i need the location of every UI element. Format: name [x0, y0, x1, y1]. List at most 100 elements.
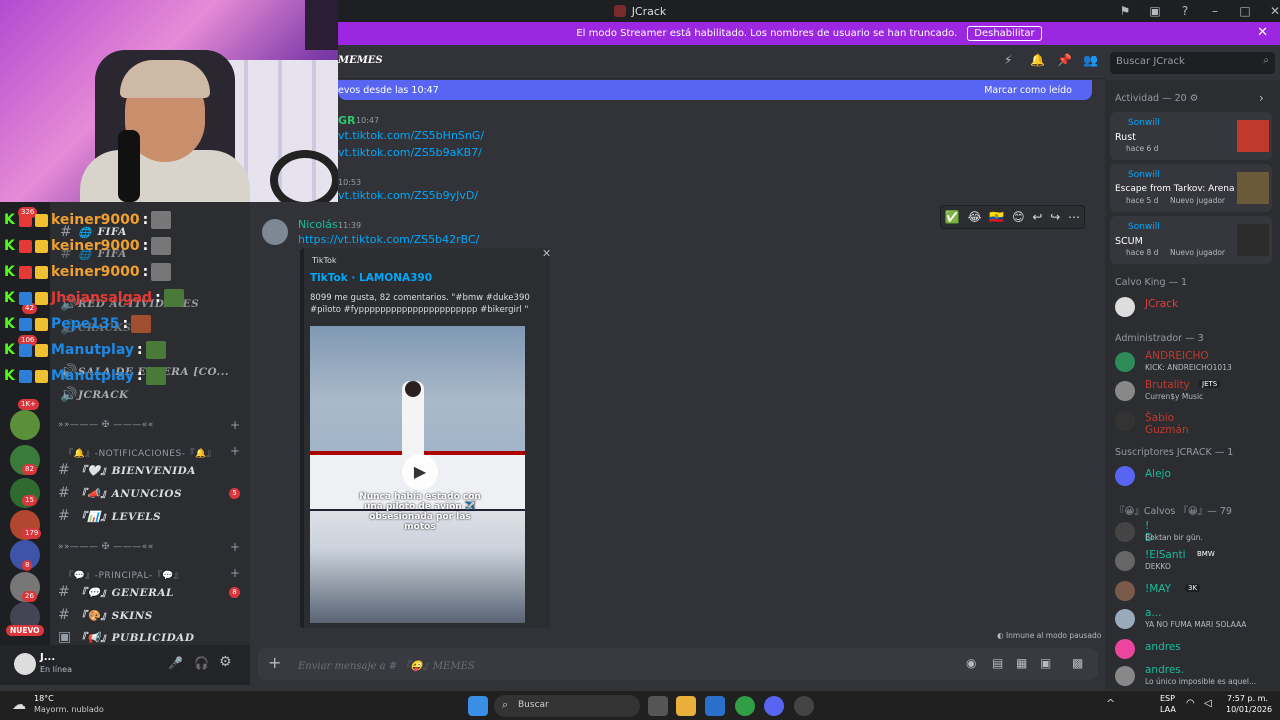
add-attachment-icon[interactable]: + — [268, 653, 281, 672]
avatar[interactable] — [14, 653, 36, 675]
message-link[interactable]: vt.tiktok.com/ZS5b9yJvD/ — [338, 189, 478, 202]
channel-item[interactable]: 🔊 JCRACK — [60, 385, 129, 405]
streamer-cap — [120, 60, 210, 98]
channel-bienvenida[interactable]: # 『🤍』BIENVENIDA — [58, 460, 196, 480]
message-input[interactable]: + Enviar mensaje a # 『😜』MEMES ◉ ▤ ▦ ▣ ▩ — [258, 648, 1098, 680]
flag-icon[interactable]: ⚑ — [1110, 4, 1140, 18]
chrome-icon[interactable] — [735, 696, 755, 716]
add-channel-icon[interactable]: + — [230, 566, 240, 580]
server-badge: 26 — [22, 591, 37, 602]
taskbar-search[interactable]: ⌕ Buscar — [494, 695, 640, 717]
message-time: 11:39 — [338, 221, 362, 230]
reply-icon[interactable]: ↩ — [1032, 210, 1042, 224]
weather-desc[interactable]: Mayorm. nublado — [34, 705, 104, 714]
start-icon[interactable] — [468, 696, 488, 716]
message-author[interactable]: GR — [338, 114, 356, 127]
settings-icon[interactable]: ⚙ — [219, 654, 232, 670]
add-channel-icon[interactable]: + — [230, 444, 240, 458]
channel-levels[interactable]: # 『📊』LEVELS — [58, 506, 161, 526]
activity-card[interactable]: Sonwill SCUM hace 8 d Nuevo jugador — [1110, 216, 1272, 264]
member-tag: BMW — [1197, 550, 1215, 558]
member-name: a... — [1145, 607, 1162, 619]
close-icon[interactable]: ✕ — [1260, 4, 1280, 18]
gift-icon[interactable]: ◉ — [966, 656, 976, 670]
server-badge: 1K+ — [18, 399, 39, 410]
more-icon[interactable]: ⋯ — [1068, 210, 1080, 224]
scum-game-icon — [1237, 224, 1269, 256]
activity-user: Sonwill — [1128, 170, 1160, 180]
threads-icon[interactable]: ⚡ — [1004, 53, 1012, 67]
reaction-check-icon[interactable]: ✅ — [945, 210, 960, 224]
new-messages-text: evos desde las 10:47 — [338, 84, 439, 96]
steering-wheel — [270, 150, 338, 202]
search-input[interactable]: Buscar JCrack ⌕ — [1110, 52, 1275, 74]
task-view-icon[interactable] — [648, 696, 668, 716]
emote-icon — [131, 315, 152, 333]
add-channel-icon[interactable]: + — [230, 418, 240, 432]
activity-card[interactable]: Sonwill Rust hace 6 d — [1110, 112, 1272, 160]
channel-anuncios[interactable]: # 『📣』ANUNCIOS — [58, 483, 182, 503]
add-channel-icon[interactable]: + — [230, 540, 240, 554]
avatar[interactable] — [262, 219, 288, 245]
channel-general[interactable]: # 『💬』GENERAL — [58, 582, 174, 602]
category-principal[interactable]: 『💬』-PRINCIPAL-『💬』 — [64, 568, 183, 581]
new-messages-bar[interactable]: evos desde las 10:47 Marcar como leído — [338, 80, 1092, 100]
inbox-icon[interactable]: ▣ — [1140, 4, 1170, 18]
sticker-icon[interactable]: ▦ — [1016, 656, 1027, 670]
video-thumbnail[interactable]: ▶ Nunca había estado con una piloto de a… — [310, 326, 525, 623]
message-link[interactable]: vt.tiktok.com/ZS5bHnSnG/ — [338, 129, 484, 142]
reaction-laugh-icon[interactable]: 😂 — [968, 210, 982, 224]
image-icon[interactable]: ▣ — [1040, 656, 1051, 670]
file-explorer-icon[interactable] — [676, 696, 696, 716]
reaction-flag-icon[interactable]: 🇪🇨 — [989, 210, 1004, 224]
pause-note-text: Inmune al modo pausado — [1005, 631, 1102, 640]
message-link[interactable]: https://vt.tiktok.com/ZS5b42rBC/ — [298, 233, 479, 246]
category-notificaciones[interactable]: 『🔔』-NOTIFICACIONES-『🔔』 — [64, 446, 216, 459]
mail-icon[interactable] — [705, 696, 725, 716]
play-icon[interactable]: ▶ — [402, 454, 438, 490]
message-link[interactable]: vt.tiktok.com/ZS5b9aKB7/ — [338, 146, 482, 159]
add-reaction-icon[interactable]: 😊 — [1012, 210, 1025, 224]
mic-icon[interactable]: 🎤 — [168, 656, 183, 670]
minimize-icon[interactable]: – — [1200, 4, 1230, 18]
gif-icon[interactable]: ▤ — [992, 656, 1003, 670]
language-label[interactable]: ESP — [1160, 694, 1175, 703]
bell-icon[interactable]: 🔔 — [1030, 53, 1045, 67]
avatar — [1115, 666, 1135, 686]
volume-icon[interactable]: ◁ — [1204, 698, 1212, 709]
channel-skins[interactable]: # 『🎨』SKINS — [58, 605, 153, 625]
close-embed-icon[interactable]: ✕ — [542, 247, 551, 260]
clock-date[interactable]: 10/01/2026 — [1226, 705, 1272, 714]
weather-temp[interactable]: 18°C — [34, 694, 54, 703]
chevron-up-icon[interactable]: ^ — [1106, 697, 1115, 710]
hash-icon: # — [58, 485, 71, 501]
mark-read-button[interactable]: Marcar como leído — [984, 85, 1072, 96]
members-icon[interactable]: 👥 — [1083, 53, 1098, 67]
channel-label: JCRACK — [78, 389, 129, 401]
close-banner-icon[interactable]: ✕ — [1257, 25, 1268, 40]
server-icon[interactable] — [10, 410, 40, 440]
maximize-icon[interactable]: □ — [1230, 4, 1260, 18]
video-caption: Nunca había estado con una piloto de avi… — [359, 492, 481, 532]
avatar — [1115, 381, 1135, 401]
disable-button[interactable]: Deshabilitar — [967, 26, 1042, 41]
headphones-icon[interactable]: 🎧 — [194, 656, 209, 670]
language-label[interactable]: LAA — [1160, 705, 1176, 714]
apps-icon[interactable]: ▩ — [1072, 656, 1083, 670]
clock-time[interactable]: 7:57 p. m. — [1226, 694, 1268, 703]
message-author[interactable]: Nicolás — [298, 218, 338, 231]
window-title: JCrack — [631, 4, 667, 18]
discord-icon[interactable] — [764, 696, 784, 716]
forward-icon[interactable]: ↪ — [1050, 210, 1060, 224]
wifi-icon[interactable]: ◠ — [1186, 698, 1195, 709]
channel-publicidad[interactable]: ▣ 『📢』PUBLICIDAD — [58, 627, 194, 647]
server-badge: 15 — [22, 495, 37, 506]
member-name: !ElSanti — [1145, 549, 1186, 561]
embed-title[interactable]: TikTok · LAMONA390 — [310, 272, 432, 284]
activity-card[interactable]: Sonwill Escape from Tarkov: Arena hace 5… — [1110, 164, 1272, 212]
pin-icon[interactable]: 📌 — [1057, 53, 1072, 67]
obs-icon[interactable] — [794, 696, 814, 716]
help-icon[interactable]: ? — [1170, 4, 1200, 18]
emote-icon — [151, 263, 172, 281]
chevron-right-icon[interactable]: › — [1259, 91, 1264, 105]
